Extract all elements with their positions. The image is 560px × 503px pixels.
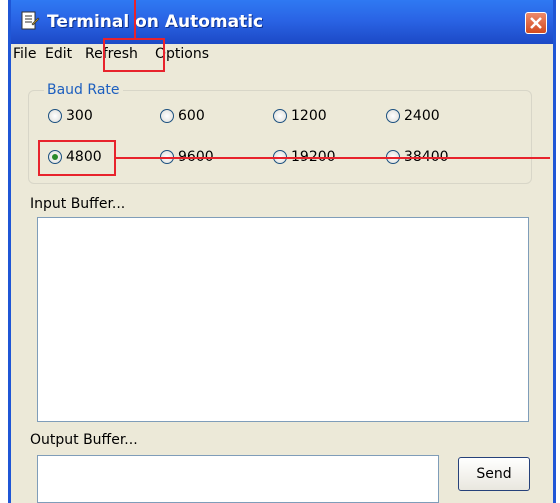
radio-baud-300[interactable]: 300 — [48, 108, 93, 124]
input-buffer-textarea[interactable] — [37, 217, 529, 422]
output-buffer-textarea[interactable] — [37, 455, 439, 503]
send-button[interactable]: Send — [458, 457, 530, 491]
radio-baud-2400[interactable]: 2400 — [386, 108, 440, 124]
window-title: Terminal on Automatic — [47, 12, 264, 32]
radio-button-icon[interactable] — [160, 109, 174, 123]
radio-button-icon[interactable] — [48, 109, 62, 123]
annotation-box-4800 — [38, 140, 116, 176]
baud-rate-label: Baud Rate — [44, 82, 123, 98]
menu-file[interactable]: File — [13, 46, 36, 62]
annotation-pointer-line — [134, 0, 136, 40]
radio-baud-1200[interactable]: 1200 — [273, 108, 327, 124]
radio-button-icon[interactable] — [273, 109, 287, 123]
output-buffer-label: Output Buffer... — [30, 432, 138, 448]
radio-button-icon[interactable] — [386, 109, 400, 123]
annotation-box-refresh — [103, 38, 165, 72]
title-bar[interactable]: Terminal on Automatic — [11, 0, 553, 44]
input-buffer-label: Input Buffer... — [30, 196, 126, 212]
radio-baud-600[interactable]: 600 — [160, 108, 205, 124]
menu-bar: File Edit Refresh Options — [11, 44, 553, 66]
document-icon — [21, 11, 40, 30]
menu-edit[interactable]: Edit — [45, 46, 72, 62]
close-icon — [530, 17, 542, 29]
annotation-pointer-line — [116, 157, 550, 159]
close-button[interactable] — [525, 12, 547, 34]
